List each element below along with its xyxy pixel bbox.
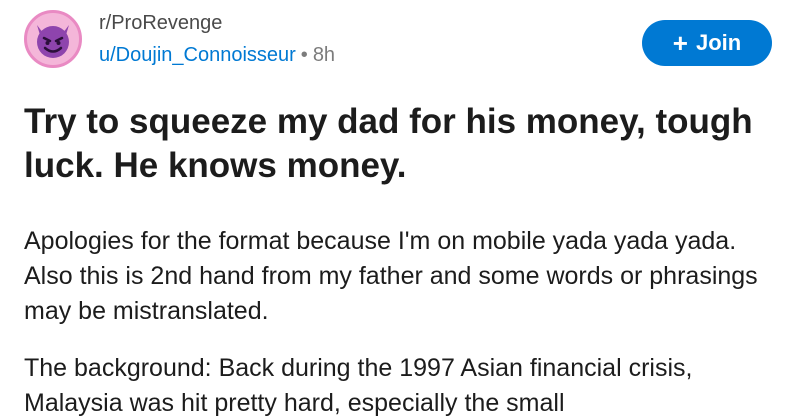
separator-dot: • (300, 44, 308, 66)
post-meta: r/ProRevenge u/Doujin_Connoisseur • 8h (99, 11, 335, 67)
post-body-paragraph-2: The background: Back during the 1997 Asi… (24, 354, 693, 417)
author-link[interactable]: u/Doujin_Connoisseur (99, 44, 296, 66)
post-title[interactable]: Try to squeeze my dad for his money, tou… (24, 100, 764, 188)
plus-icon: + (672, 28, 688, 58)
join-label: Join (695, 30, 742, 55)
devil-face-icon (37, 25, 69, 58)
author-row: u/Doujin_Connoisseur • 8h (99, 43, 335, 67)
subreddit-name[interactable]: r/ProRevenge (99, 11, 335, 35)
join-button[interactable]: + Join (642, 20, 772, 66)
post-body-paragraph-1: Apologies for the format because I'm on … (24, 227, 758, 325)
post-header: r/ProRevenge u/Doujin_Connoisseur • 8h + J… (24, 8, 776, 78)
subreddit-avatar[interactable] (24, 10, 82, 68)
post-time: 8h (312, 44, 336, 66)
